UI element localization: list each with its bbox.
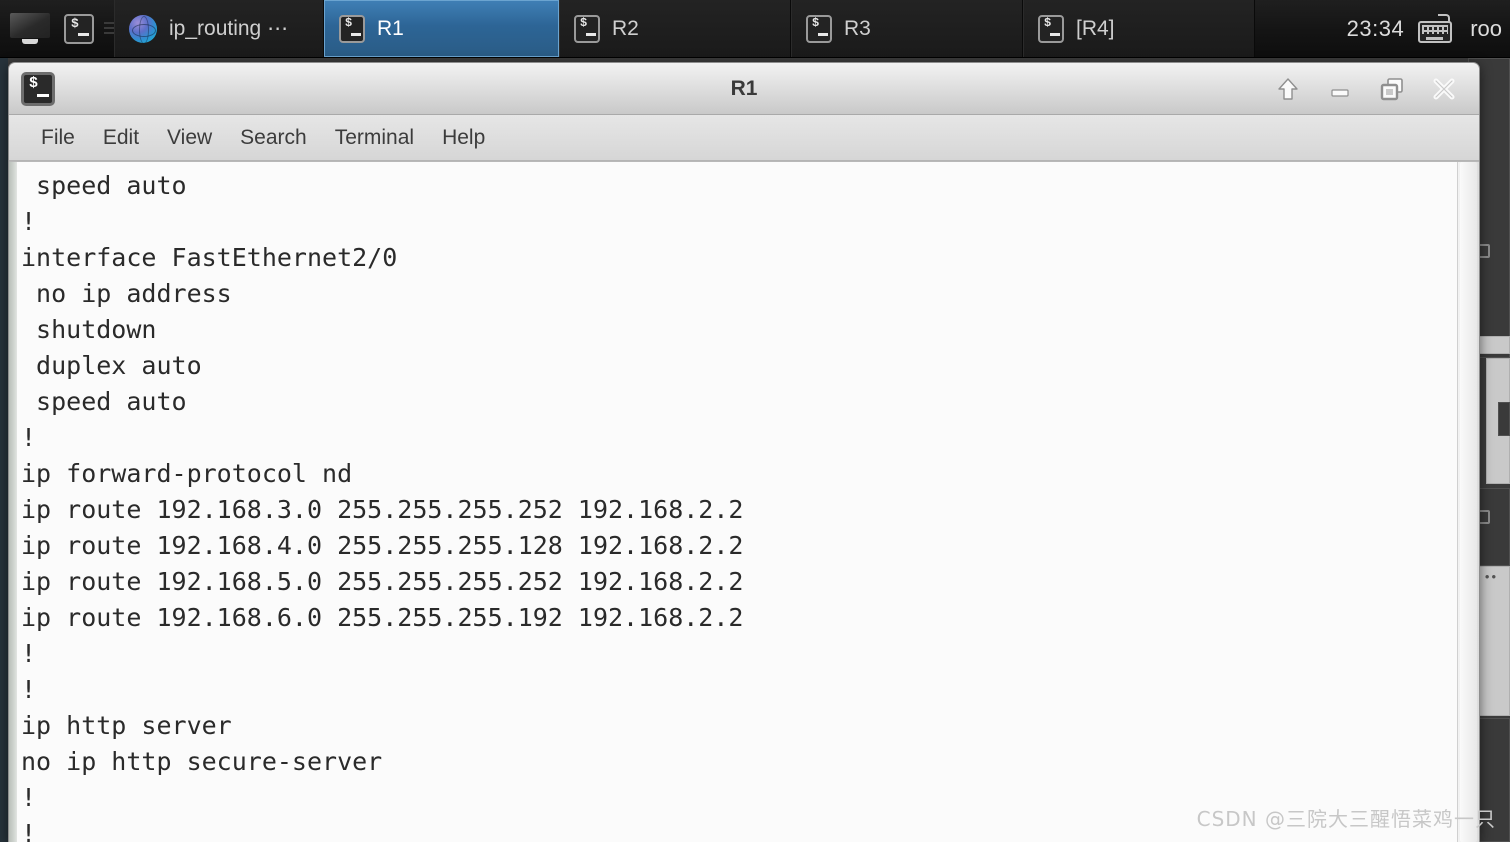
window-titlebar[interactable]: R1 bbox=[9, 63, 1479, 115]
taskbar-item-r4[interactable]: [R4] bbox=[1023, 0, 1255, 57]
terminal-icon bbox=[574, 14, 600, 43]
taskbar-item-label: [R4] bbox=[1076, 16, 1115, 40]
minimize-button[interactable] bbox=[1325, 74, 1355, 104]
taskbar-separator-grip bbox=[104, 18, 114, 39]
taskbar-item-r2[interactable]: R2 bbox=[559, 0, 791, 57]
menubar: File Edit View Search Terminal Help bbox=[9, 115, 1479, 161]
taskbar-item-r3[interactable]: R3 bbox=[791, 0, 1023, 57]
menu-terminal[interactable]: Terminal bbox=[321, 122, 428, 154]
screen: •• ip_routing ⋯ R1 R2 bbox=[0, 0, 1510, 842]
tray-username[interactable]: roo bbox=[1470, 16, 1502, 42]
background-window-panel bbox=[1498, 402, 1510, 436]
terminal-icon bbox=[339, 14, 365, 43]
taskbar-window-list: ip_routing ⋯ R1 R2 R3 [R4] bbox=[114, 0, 1329, 57]
menu-edit[interactable]: Edit bbox=[89, 122, 153, 154]
taskbar-item-label: R3 bbox=[844, 16, 871, 40]
terminal-scrollbar-thumb[interactable] bbox=[1460, 162, 1477, 842]
terminal-body[interactable]: speed auto ! interface FastEthernet2/0 n… bbox=[9, 161, 1479, 842]
gns3-globe-icon bbox=[129, 14, 157, 43]
background-window-ellipsis: •• bbox=[1484, 569, 1498, 584]
shade-button[interactable] bbox=[1273, 74, 1303, 104]
terminal-icon bbox=[806, 14, 832, 43]
terminal-icon bbox=[1038, 14, 1064, 43]
terminal-launcher-icon[interactable] bbox=[64, 13, 94, 44]
close-button[interactable] bbox=[1429, 74, 1459, 104]
menu-file[interactable]: File bbox=[27, 122, 89, 154]
window-title: R1 bbox=[730, 76, 758, 100]
keyboard-icon[interactable] bbox=[1418, 13, 1456, 45]
taskbar-item-label: ip_routing ⋯ bbox=[169, 17, 289, 40]
window-controls bbox=[1273, 74, 1479, 104]
terminal-output[interactable]: speed auto ! interface FastEthernet2/0 n… bbox=[17, 162, 1457, 842]
menu-view[interactable]: View bbox=[153, 122, 226, 154]
taskbar-launcher bbox=[0, 0, 104, 57]
clock[interactable]: 23:34 bbox=[1347, 16, 1405, 42]
taskbar-item-label: R1 bbox=[377, 16, 404, 40]
system-tray: 23:34 roo bbox=[1329, 0, 1510, 57]
background-window-left-edge bbox=[0, 58, 8, 842]
terminal-left-gutter bbox=[9, 162, 17, 842]
taskbar: ip_routing ⋯ R1 R2 R3 [R4] 23:34 bbox=[0, 0, 1510, 58]
taskbar-item-r1[interactable]: R1 bbox=[324, 0, 559, 57]
menu-search[interactable]: Search bbox=[226, 122, 321, 154]
show-desktop-icon[interactable] bbox=[10, 12, 50, 45]
taskbar-item-label: R2 bbox=[612, 16, 639, 40]
terminal-window: R1 bbox=[8, 62, 1480, 842]
terminal-icon bbox=[21, 71, 55, 106]
menu-help[interactable]: Help bbox=[428, 122, 499, 154]
maximize-button[interactable] bbox=[1377, 74, 1407, 104]
taskbar-item-ip-routing[interactable]: ip_routing ⋯ bbox=[114, 0, 324, 57]
terminal-scrollbar[interactable] bbox=[1457, 162, 1479, 842]
